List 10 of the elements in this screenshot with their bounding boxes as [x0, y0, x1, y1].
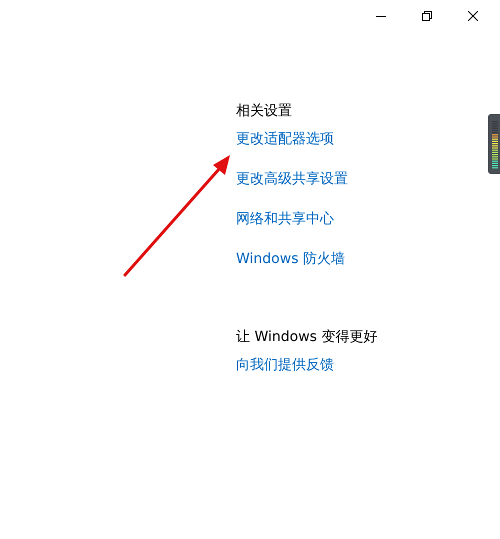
settings-link[interactable]: Windows 防火墙: [236, 249, 345, 269]
settings-link[interactable]: 更改适配器选项: [236, 129, 334, 149]
section-heading: 相关设置: [236, 102, 292, 121]
settings-link[interactable]: 更改高级共享设置: [236, 169, 348, 189]
close-icon: [468, 11, 478, 21]
section-heading: 让 Windows 变得更好: [236, 328, 378, 347]
settings-link[interactable]: 网络和共享中心: [236, 209, 334, 229]
meter-gadget-drawing: [488, 114, 500, 174]
restore-icon: [422, 11, 432, 21]
settings-link[interactable]: 向我们提供反馈: [236, 355, 334, 375]
